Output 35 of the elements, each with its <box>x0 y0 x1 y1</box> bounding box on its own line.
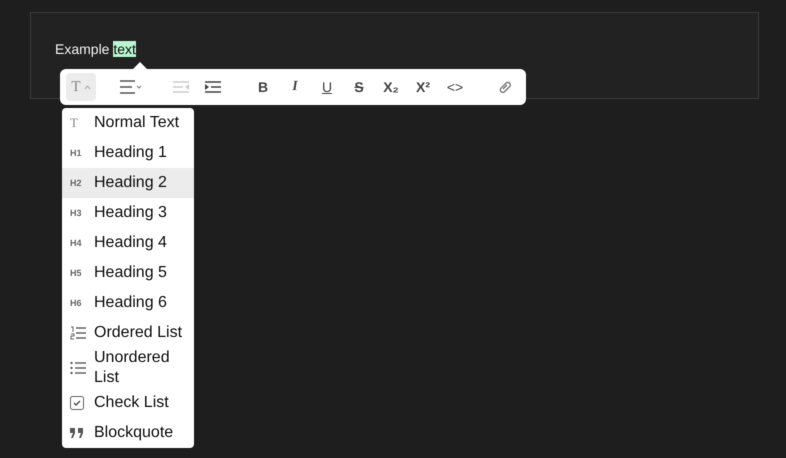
menu-item[interactable]: Ordered List <box>62 318 194 348</box>
heading-level-icon: H3 <box>70 208 82 218</box>
superscript-button[interactable]: X² <box>408 73 438 101</box>
indent-icon <box>205 81 221 93</box>
menu-item[interactable]: H5 Heading 5 <box>62 258 194 288</box>
caret-icon <box>84 84 91 90</box>
strike-button[interactable]: S <box>344 73 374 101</box>
code-button[interactable]: <> <box>440 73 470 101</box>
link-icon <box>498 80 512 94</box>
bullet-list-icon <box>70 361 86 375</box>
heading-level-icon: H4 <box>70 238 82 248</box>
align-icon <box>120 80 142 94</box>
menu-item[interactable]: T Normal Text <box>62 108 194 138</box>
heading-level-icon: H2 <box>70 178 82 188</box>
heading-level-icon: T <box>70 115 78 131</box>
heading-level-icon: H6 <box>70 298 82 308</box>
menu-item[interactable]: H4 Heading 4 <box>62 228 194 258</box>
outdent-icon <box>173 81 189 93</box>
menu-item[interactable]: H3 Heading 3 <box>62 198 194 228</box>
menu-item[interactable]: H6 Heading 6 <box>62 288 194 318</box>
heading-level-icon: H1 <box>70 148 82 158</box>
menu-item[interactable]: Unordered List <box>62 348 194 388</box>
underline-button[interactable]: U <box>312 73 342 101</box>
menu-item[interactable]: H1 Heading 1 <box>62 138 194 168</box>
quote-icon <box>70 428 84 438</box>
bold-button[interactable]: B <box>248 73 278 101</box>
menu-item[interactable]: H2 Heading 2 <box>62 168 194 198</box>
menu-item[interactable]: Blockquote <box>62 418 194 448</box>
italic-button[interactable]: I <box>280 73 310 101</box>
checkbox-icon <box>70 396 84 410</box>
numbered-list-icon <box>70 326 86 340</box>
heading-level-icon: H5 <box>70 268 82 278</box>
editor-text: Example text <box>55 40 136 58</box>
menu-item[interactable]: Check List <box>62 388 194 418</box>
subscript-button[interactable]: X₂ <box>376 73 406 101</box>
